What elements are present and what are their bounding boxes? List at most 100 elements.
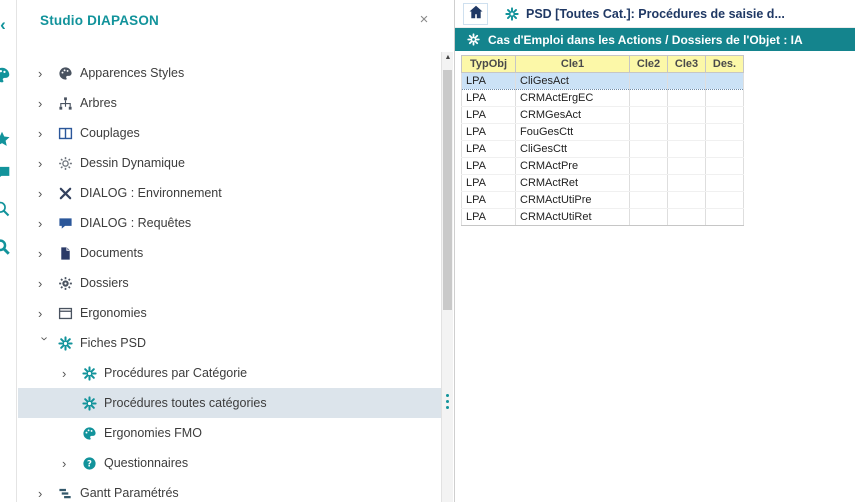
- table-cell: LPA: [462, 158, 516, 175]
- splitter-grip-icon[interactable]: [443, 386, 452, 416]
- star-icon[interactable]: [0, 130, 13, 150]
- table-cell: CRMGesAct: [516, 107, 630, 124]
- sidebar-item-label: Ergonomies FMO: [104, 426, 202, 440]
- column-header[interactable]: Des.: [706, 56, 744, 73]
- sidebar-item-couplages[interactable]: ›Couplages: [18, 118, 441, 148]
- chevron-right-icon[interactable]: ›: [38, 276, 58, 291]
- document-tab[interactable]: PSD [Toutes Cat.]: Procédures de saisie …: [495, 0, 795, 28]
- column-header[interactable]: TypObj: [462, 56, 516, 73]
- sidebar-item-apparences-styles[interactable]: › Apparences Styles: [18, 58, 441, 88]
- psd-asterisk-icon: [58, 336, 80, 351]
- table-cell: [630, 141, 668, 158]
- section-header: Cas d'Emploi dans les Actions / Dossiers…: [455, 28, 855, 51]
- speech-bubble-icon[interactable]: [0, 164, 13, 184]
- chevron-down-icon[interactable]: ›: [38, 336, 53, 356]
- table-row[interactable]: LPACRMActPre: [462, 158, 744, 175]
- table-cell: [706, 90, 744, 107]
- svg-text:?: ?: [87, 458, 92, 468]
- table-cell: CRMActErgEC: [516, 90, 630, 107]
- table-cell: [668, 107, 706, 124]
- scroll-up-icon[interactable]: ▲: [442, 54, 454, 61]
- sidebar-item-label: Apparences Styles: [80, 66, 184, 80]
- chevron-right-icon[interactable]: ›: [38, 66, 58, 81]
- chevron-right-icon[interactable]: ›: [38, 186, 58, 201]
- sidebar-scrollbar[interactable]: ▲: [441, 52, 453, 502]
- sidebar-item-arbres[interactable]: › Arbres: [18, 88, 441, 118]
- table-cell: [630, 73, 668, 90]
- table-row[interactable]: LPACRMActUtiRet: [462, 209, 744, 226]
- palette-teal-icon: [82, 426, 104, 441]
- table-cell: [630, 158, 668, 175]
- sidebar-item-dessin-dynamique[interactable]: ›Dessin Dynamique: [18, 148, 441, 178]
- table-cell: [668, 158, 706, 175]
- sidebar-item-dialog-environnement[interactable]: ›DIALOG : Environnement: [18, 178, 441, 208]
- chevron-right-icon[interactable]: ›: [38, 216, 58, 231]
- table-row[interactable]: LPACliGesCtt: [462, 141, 744, 158]
- sidebar-item-proc-dures-par-cat-gorie[interactable]: ›Procédures par Catégorie: [18, 358, 441, 388]
- chevron-right-icon[interactable]: ›: [38, 246, 58, 261]
- sidebar-item-dossiers[interactable]: ›Dossiers: [18, 268, 441, 298]
- close-icon[interactable]: ×: [415, 11, 433, 29]
- column-header[interactable]: Cle3: [668, 56, 706, 73]
- table-row[interactable]: LPACRMActRet: [462, 175, 744, 192]
- table-cell: [706, 107, 744, 124]
- table-cell: LPA: [462, 192, 516, 209]
- table-cell: LPA: [462, 141, 516, 158]
- palette-icon[interactable]: [0, 66, 13, 86]
- column-header[interactable]: Cle1: [516, 56, 630, 73]
- table-cell: [706, 209, 744, 226]
- table-row[interactable]: LPAFouGesCtt: [462, 124, 744, 141]
- collapse-arrow-icon[interactable]: ‹: [0, 16, 13, 36]
- table-row[interactable]: LPACRMGesAct: [462, 107, 744, 124]
- document-tab-title: PSD [Toutes Cat.]: Procédures de saisie …: [526, 7, 785, 21]
- scrollbar-thumb[interactable]: [443, 70, 452, 310]
- chevron-right-icon[interactable]: ›: [38, 126, 58, 141]
- sidebar-item-gantt-param-tr-s[interactable]: ›Gantt Paramétrés: [18, 478, 441, 502]
- asterisk-white-icon: [467, 33, 480, 46]
- sidebar-item-dialog-requ-tes[interactable]: ›DIALOG : Requêtes: [18, 208, 441, 238]
- chevron-right-icon[interactable]: ›: [38, 306, 58, 321]
- gear-outline-icon: [58, 156, 80, 171]
- sidebar-item-questionnaires[interactable]: ›? Questionnaires: [18, 448, 441, 478]
- table-cell: [630, 192, 668, 209]
- table-body: LPACliGesActLPACRMActErgECLPACRMGesActLP…: [462, 73, 744, 226]
- home-button[interactable]: [463, 3, 488, 25]
- tree-icon: [58, 96, 80, 111]
- chevron-right-icon[interactable]: ›: [38, 156, 58, 171]
- table-cell: [630, 124, 668, 141]
- search-icon[interactable]: [0, 200, 13, 220]
- table-cell: CRMActUtiRet: [516, 209, 630, 226]
- sidebar-item-documents[interactable]: › Documents: [18, 238, 441, 268]
- table-cell: [706, 73, 744, 90]
- table-cell: [630, 209, 668, 226]
- column-header[interactable]: Cle2: [630, 56, 668, 73]
- chevron-right-icon[interactable]: ›: [62, 366, 82, 381]
- document-topbar: PSD [Toutes Cat.]: Procédures de saisie …: [455, 0, 855, 28]
- table-cell: [668, 141, 706, 158]
- table-row[interactable]: LPACRMActUtiPre: [462, 192, 744, 209]
- chevron-right-icon[interactable]: ›: [38, 486, 58, 501]
- table-cell: [668, 124, 706, 141]
- table-cell: [668, 209, 706, 226]
- tools-icon: [58, 186, 80, 201]
- chevron-right-icon[interactable]: ›: [62, 456, 82, 471]
- sidebar-item-ergonomies-fmo[interactable]: ›Ergonomies FMO: [18, 418, 441, 448]
- edge-toolbar: ‹: [0, 0, 17, 502]
- chevron-right-icon[interactable]: ›: [38, 96, 58, 111]
- table-cell: [706, 124, 744, 141]
- sidebar-item-proc-dures-toutes-cat-gories[interactable]: ›Procédures toutes catégories: [18, 388, 441, 418]
- table-cell: [706, 158, 744, 175]
- table-cell: LPA: [462, 73, 516, 90]
- sidebar-item-label: Arbres: [80, 96, 117, 110]
- gear-icon: [58, 276, 80, 291]
- table-cell: [668, 175, 706, 192]
- sidebar-item-ergonomies[interactable]: ›Ergonomies: [18, 298, 441, 328]
- sidebar-item-label: Questionnaires: [104, 456, 188, 470]
- sidebar-item-fiches-psd[interactable]: ›Fiches PSD: [18, 328, 441, 358]
- search-bold-icon[interactable]: [0, 238, 13, 258]
- table-cell: CliGesCtt: [516, 141, 630, 158]
- table-cell: [630, 175, 668, 192]
- table-row[interactable]: LPACRMActErgEC: [462, 90, 744, 107]
- table-row[interactable]: LPACliGesAct: [462, 73, 744, 90]
- sidebar-item-label: Documents: [80, 246, 143, 260]
